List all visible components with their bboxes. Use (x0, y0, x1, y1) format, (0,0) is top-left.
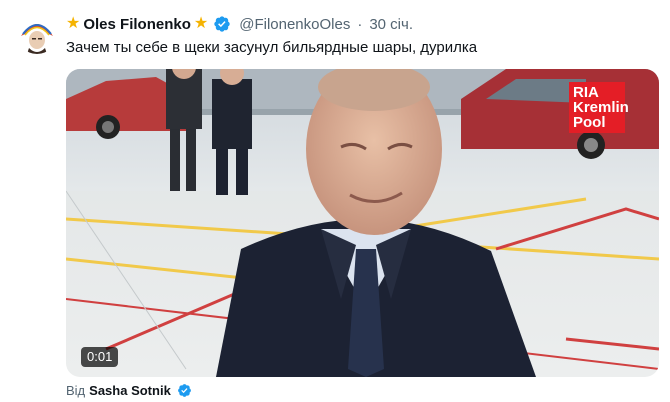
author-handle[interactable]: @FilonenkoOles (239, 16, 350, 33)
author-name[interactable]: Oles Filonenko (83, 16, 191, 33)
ria-kremlin-pool-badge: RIA Kremlin Pool (569, 82, 629, 133)
tweet-header: ★ Oles Filonenko ★ @FilonenkoOles · 30 с… (66, 14, 413, 34)
attribution-author[interactable]: Sasha Sotnik (89, 383, 171, 398)
verified-badge-icon (214, 16, 230, 32)
tweet-text: Зачем ты себе в щеки засунул бильярдные … (66, 39, 478, 56)
tweet[interactable]: ★ Oles Filonenko ★ @FilonenkoOles · 30 с… (0, 0, 670, 402)
attribution-prefix: Від (66, 383, 86, 398)
video-player[interactable]: RIA Kremlin Pool 0:01 (66, 69, 659, 377)
tweet-timestamp[interactable]: 30 січ. (369, 16, 413, 33)
star-emoji-left: ★ (66, 15, 81, 32)
video-attribution: Від Sasha Sotnik (66, 383, 192, 398)
star-emoji-right: ★ (193, 15, 209, 32)
avatar[interactable] (17, 14, 57, 54)
video-duration: 0:01 (81, 347, 119, 367)
separator-dot: · (357, 15, 363, 33)
badge-line-3: Pool (573, 114, 606, 131)
verified-badge-icon (177, 384, 191, 397)
badge-line-2: Kremlin (573, 99, 629, 116)
badge-line-1: RIA (573, 84, 599, 101)
